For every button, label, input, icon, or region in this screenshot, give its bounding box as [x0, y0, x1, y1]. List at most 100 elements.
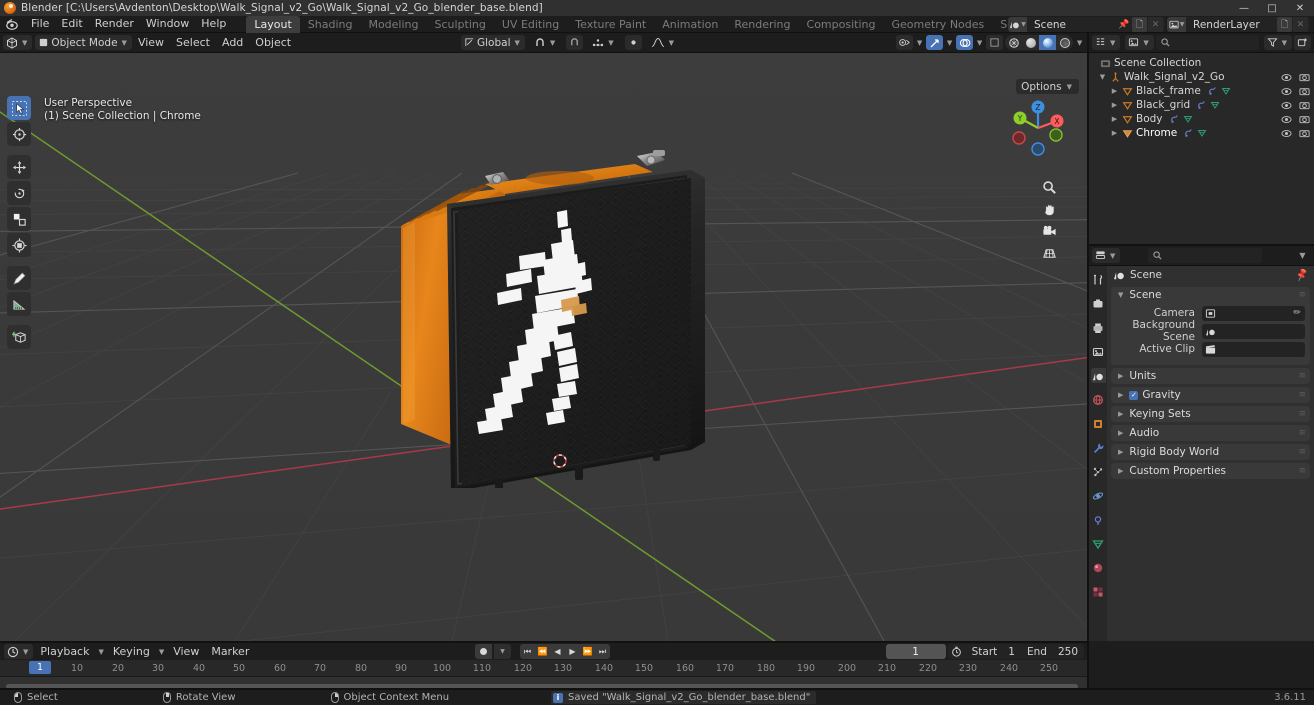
workspace-tab-shading[interactable]: Shading [300, 16, 361, 33]
workspace-tab-compositing[interactable]: Compositing [799, 16, 884, 33]
menu-window[interactable]: Window [140, 16, 195, 32]
modifier-icon[interactable] [1208, 86, 1218, 96]
play-reverse-icon[interactable]: ◀ [550, 644, 565, 659]
expand-arrow-icon[interactable]: ▼ [1097, 73, 1108, 81]
timeline-menu-view[interactable]: View [168, 645, 204, 658]
stopwatch-icon[interactable] [948, 644, 966, 659]
playhead[interactable]: 1 [29, 661, 51, 674]
timeline-editor[interactable]: ▼ Playback ▼ Keying ▼ View Marker ▼ ⏮ ⏪ … [0, 643, 1087, 690]
properties-editor[interactable]: ▼ ▼ Scene 📌 ▼ Scene ≡ Camera ✏ Backgroun… [1089, 246, 1314, 641]
shading-material-preview-button[interactable] [1039, 35, 1056, 50]
collapse-arrow-icon[interactable]: ▶ [1109, 129, 1120, 137]
field-camera[interactable]: ✏ [1202, 305, 1305, 321]
zoom-icon[interactable] [1040, 178, 1059, 197]
transform-orientation-selector[interactable]: Global ▼ [461, 35, 525, 50]
outliner-row-chrome[interactable]: ▶ Chrome [1089, 126, 1314, 140]
modifier-icon[interactable] [1197, 100, 1207, 110]
falloff-smooth-icon[interactable]: ▼ [648, 35, 679, 50]
viewport-canvas[interactable]: User Perspective (1) Scene Collection | … [0, 53, 1087, 641]
editor-split-vertical[interactable] [1087, 33, 1089, 690]
object-visibility-icon[interactable] [896, 35, 913, 50]
outliner-row-black-frame[interactable]: ▶ Black_frame [1089, 84, 1314, 98]
shading-wireframe-button[interactable] [1005, 35, 1022, 50]
menu-file[interactable]: File [25, 16, 55, 32]
outliner-row-black-grid[interactable]: ▶ Black_grid [1089, 98, 1314, 112]
editor-split-horizontal-bottom[interactable] [0, 641, 1087, 643]
play-icon[interactable]: ▶ [565, 644, 580, 659]
gizmo-dropdown-icon[interactable]: ▼ [945, 35, 954, 50]
outliner-search-input[interactable] [1155, 35, 1259, 50]
magnet-icon[interactable] [566, 35, 584, 50]
jump-to-start-icon[interactable]: ⏮ [520, 644, 535, 659]
camera-render-icon[interactable] [1299, 73, 1310, 82]
unlink-scene-button[interactable]: ✕ [1148, 17, 1163, 32]
workspace-tab-sculpting[interactable]: Sculpting [427, 16, 494, 33]
panel-audio[interactable]: ▶ Audio ≡ [1111, 425, 1310, 441]
viewport-menu-select[interactable]: Select [170, 36, 216, 49]
eye-visibility-icon[interactable] [1281, 87, 1292, 96]
timeline-menu-keying[interactable]: Keying [108, 645, 155, 658]
properties-search-input[interactable] [1148, 248, 1263, 263]
workspace-tab-rendering[interactable]: Rendering [726, 16, 798, 33]
timeline-editor-icon[interactable]: ▼ [4, 644, 34, 659]
scale-tool[interactable] [7, 207, 31, 231]
overlays-icon[interactable] [956, 35, 973, 50]
panel-custom-properties[interactable]: ▶ Custom Properties ≡ [1111, 463, 1310, 479]
outliner-row-scene-collection[interactable]: Scene Collection [1089, 56, 1314, 70]
scene-tab[interactable] [1090, 368, 1106, 383]
options-button[interactable]: Options ▼ [1016, 79, 1079, 94]
auto-keying-dropdown-icon[interactable]: ▼ [494, 644, 511, 659]
snap-target-selector[interactable]: ▼ [589, 35, 618, 50]
menu-render[interactable]: Render [89, 16, 140, 32]
jump-to-prev-keyframe-icon[interactable]: ⏪ [535, 644, 550, 659]
xray-toggle-icon[interactable] [986, 35, 1003, 50]
workspace-tab-modeling[interactable]: Modeling [360, 16, 426, 33]
add-cube-tool[interactable] [7, 325, 31, 349]
proportional-edit-icon[interactable] [624, 35, 642, 50]
output-tab[interactable] [1091, 320, 1106, 335]
texture-tab[interactable] [1091, 584, 1106, 599]
pin-id-icon[interactable]: 📌 [1294, 268, 1309, 283]
render-tab[interactable] [1091, 296, 1106, 311]
gizmo-icon[interactable] [926, 35, 943, 50]
panel-scene-header[interactable]: ▼ Scene ≡ [1111, 287, 1310, 303]
camera-view-icon[interactable] [1040, 222, 1059, 241]
minimize-button[interactable]: — [1230, 0, 1258, 16]
snap-during-transform-icon[interactable]: ▼ [531, 35, 560, 50]
panel-gravity[interactable]: ▶ ✓ Gravity ≡ [1111, 387, 1310, 403]
gravity-checkbox[interactable]: ✓ [1129, 390, 1139, 400]
blender-menu-icon[interactable] [5, 17, 19, 31]
panel-keying-sets[interactable]: ▶ Keying Sets ≡ [1111, 406, 1310, 422]
outliner-row-body[interactable]: ▶ Body [1089, 112, 1314, 126]
jump-to-next-keyframe-icon[interactable]: ⏩ [580, 644, 595, 659]
transform-tool[interactable] [7, 233, 31, 257]
walk-signal-pedestrian-light[interactable] [385, 148, 745, 488]
camera-render-icon[interactable] [1299, 115, 1310, 124]
filter-id-type-icon[interactable]: ▼ [1125, 35, 1154, 50]
object-tab[interactable] [1091, 416, 1106, 431]
frame-start-field[interactable]: Start 1 [966, 644, 1021, 659]
outliner-display-mode-icon[interactable]: ▼ [1092, 35, 1121, 50]
auto-keying-record-icon[interactable] [475, 644, 492, 659]
annotate-tool[interactable] [7, 266, 31, 290]
view-layer-tab[interactable] [1091, 344, 1106, 359]
workspace-tab-texture-paint[interactable]: Texture Paint [567, 16, 654, 33]
material-tab[interactable] [1091, 560, 1106, 575]
cursor-tool[interactable] [7, 122, 31, 146]
mesh-data-icon[interactable] [1197, 128, 1207, 138]
eye-visibility-icon[interactable] [1281, 101, 1292, 110]
move-tool[interactable] [7, 155, 31, 179]
toggle-perspective-icon[interactable] [1040, 244, 1059, 263]
filter-funnel-icon[interactable]: ▼ [1263, 35, 1292, 50]
remove-view-layer-button[interactable]: ✕ [1293, 17, 1308, 32]
shading-solid-button[interactable] [1022, 35, 1039, 50]
modifier-icon[interactable] [1170, 114, 1180, 124]
editor-type-3dview-icon[interactable]: ▼ [3, 35, 33, 50]
frame-end-field[interactable]: End 250 [1021, 644, 1084, 659]
shading-dropdown-icon[interactable]: ▼ [1075, 35, 1084, 50]
new-view-layer-button[interactable]: 🗋 [1277, 17, 1292, 32]
overlays-dropdown-icon[interactable]: ▼ [975, 35, 984, 50]
constraints-tab[interactable] [1091, 512, 1106, 527]
scene-selector[interactable]: ▼ Scene 📌 🗋 ✕ [1008, 17, 1165, 32]
collapse-arrow-icon[interactable]: ▶ [1109, 87, 1120, 95]
